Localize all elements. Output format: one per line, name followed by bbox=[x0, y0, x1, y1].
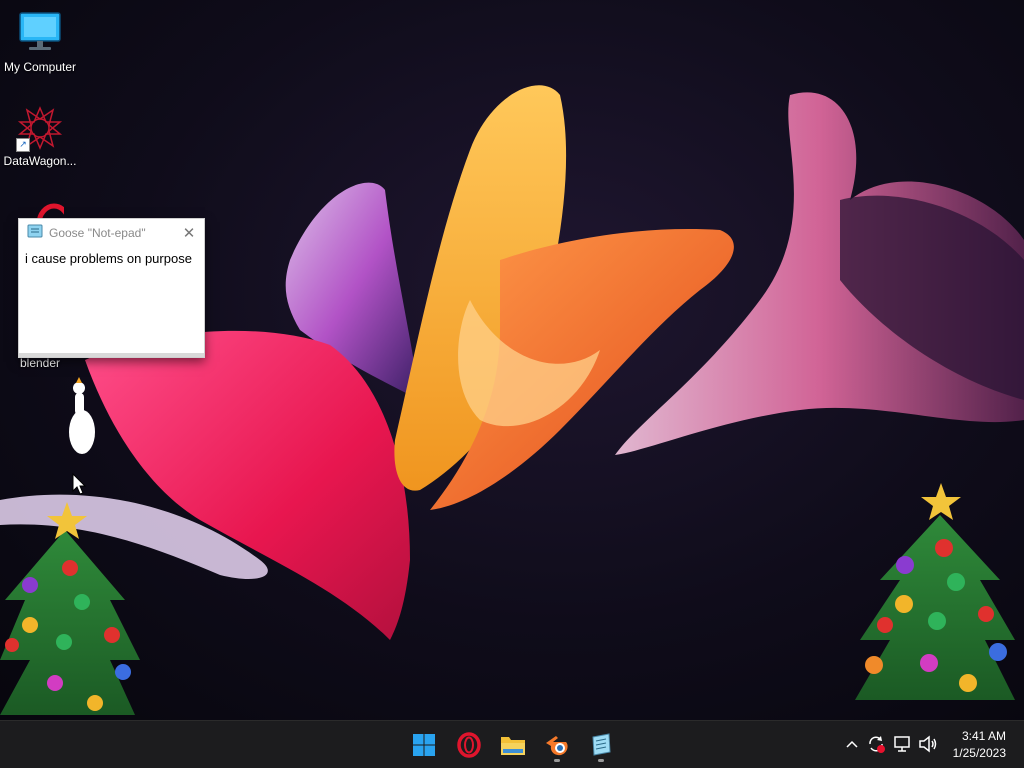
desktop-icon-label: DataWagon... bbox=[3, 154, 77, 168]
desktop-goose bbox=[69, 377, 95, 454]
notepad-titlebar[interactable]: Goose "Not-epad" bbox=[19, 219, 204, 247]
clock-time: 3:41 AM bbox=[961, 729, 1006, 743]
notepad-status-strip bbox=[19, 353, 204, 357]
close-icon[interactable]: ✕ bbox=[178, 222, 200, 244]
notepad-icon bbox=[592, 733, 611, 756]
taskbar-app-blender[interactable] bbox=[539, 727, 575, 763]
notepad-title: Goose "Not-epad" bbox=[49, 226, 146, 240]
desktop-icon-label: My Computer bbox=[3, 60, 77, 74]
opera-icon bbox=[457, 732, 481, 758]
notepad-window[interactable]: Goose "Not-epad" ✕ bbox=[18, 218, 205, 358]
taskbar-app-opera[interactable] bbox=[451, 727, 487, 763]
blender-icon bbox=[546, 736, 568, 756]
notepad-text-area[interactable] bbox=[21, 249, 200, 349]
wallpaper-image bbox=[0, 85, 1024, 715]
taskbar-app-file-explorer[interactable] bbox=[495, 727, 531, 763]
monitor-icon bbox=[16, 10, 64, 58]
running-indicator bbox=[598, 759, 604, 762]
sync-icon[interactable] bbox=[865, 733, 887, 755]
desktop: My Computer ↗ DataWagon... blender Goose… bbox=[0, 0, 1024, 720]
mouse-cursor bbox=[72, 472, 87, 495]
volume-icon[interactable] bbox=[917, 733, 939, 755]
taskbar-start-button[interactable] bbox=[406, 727, 442, 763]
datawagon-icon: ↗ bbox=[16, 104, 64, 152]
clock-date: 1/25/2023 bbox=[952, 746, 1006, 760]
taskbar: 3:41 AM 1/25/2023 bbox=[0, 720, 1024, 768]
shortcut-arrow-icon: ↗ bbox=[16, 138, 30, 152]
christmas-tree-right bbox=[855, 483, 1015, 700]
folder-icon bbox=[501, 737, 525, 755]
windows-start-icon bbox=[413, 734, 435, 756]
notepad-icon bbox=[27, 224, 43, 243]
chevron-up-icon[interactable] bbox=[841, 733, 863, 755]
taskbar-app-notepad[interactable] bbox=[583, 727, 619, 763]
desktop-icon-datawagon[interactable]: ↗ DataWagon... bbox=[0, 104, 80, 168]
running-indicator bbox=[554, 759, 560, 762]
network-icon[interactable] bbox=[892, 733, 914, 755]
desktop-icon-label: blender bbox=[19, 356, 61, 370]
taskbar-clock[interactable]: 3:41 AM 1/25/2023 bbox=[953, 728, 1006, 762]
desktop-icon-my-computer[interactable]: My Computer bbox=[0, 10, 80, 74]
